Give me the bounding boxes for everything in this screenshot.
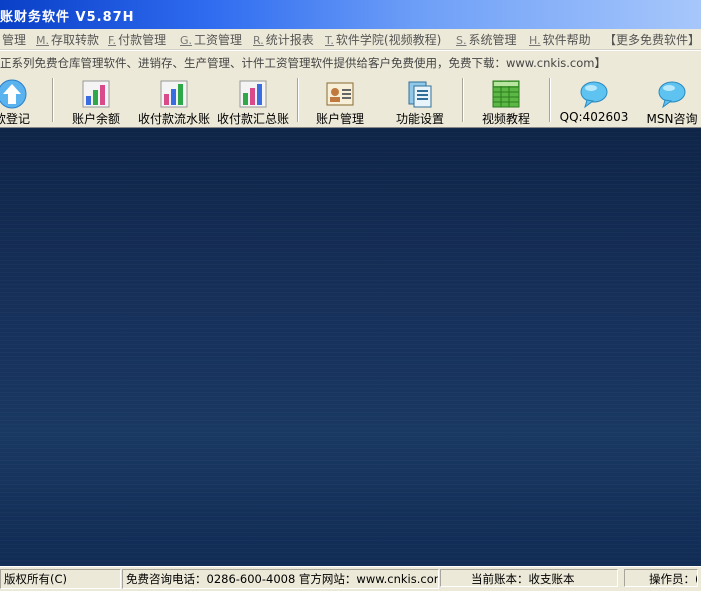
toolbar-separator — [462, 78, 464, 122]
toolbar-separator — [549, 78, 551, 122]
status-copyright: 版权所有(C) — [0, 569, 121, 589]
toolbar-button-video-tutorial[interactable]: 视频教程 — [472, 75, 540, 127]
toolbar-separator — [297, 78, 299, 122]
menu-item-reports[interactable]: R. 统计报表 — [253, 31, 314, 48]
menu-item-help[interactable]: H. 软件帮助 — [529, 31, 591, 48]
toolbar-button-account-management[interactable]: 账户管理 — [306, 75, 374, 127]
toolbar-button-account-balance[interactable]: 账户余额 — [62, 75, 130, 127]
toolbar-button-msn[interactable]: MSN咨询 — [638, 75, 701, 127]
menu-item-software-academy[interactable]: T. 软件学院(视频教程) — [325, 31, 441, 48]
chat-bubble-icon — [580, 81, 608, 109]
toolbar-button-settings[interactable]: 功能设置 — [386, 75, 454, 127]
bar-chart-icon — [160, 80, 188, 108]
menu-item-salary[interactable]: G. 工资管理 — [180, 31, 242, 48]
menu-item-deposit-transfer[interactable]: M. 存取转款 — [36, 31, 99, 48]
bar-chart-icon — [239, 80, 267, 108]
promo-text: 正系列免费仓库管理软件、进销存、生产管理、计件工资管理软件提供给客户免费使用，免… — [0, 56, 606, 70]
promo-banner: 正系列免费仓库管理软件、进销存、生产管理、计件工资管理软件提供给客户免费使用，免… — [0, 50, 701, 76]
toolbar-button-cash-journal[interactable]: 收付款流水账 — [136, 75, 212, 127]
spreadsheet-icon — [492, 80, 520, 108]
title-bar: 账财务软件 V5.87H — [0, 0, 701, 29]
menu-item-manage[interactable]: 管理 — [0, 31, 26, 48]
menu-item-payment[interactable]: F. 付款管理 — [108, 31, 166, 48]
chat-bubble-icon — [658, 81, 686, 109]
bar-chart-icon — [82, 80, 110, 108]
window-title: 账财务软件 V5.87H — [0, 10, 135, 25]
status-operator: 操作员：( — [624, 569, 698, 587]
documents-icon — [408, 81, 432, 108]
toolbar-button-qq[interactable]: QQ:402603 — [556, 75, 632, 127]
toolbar-button-entry[interactable]: 款登记 — [0, 75, 42, 127]
main-workspace — [0, 128, 701, 566]
toolbar-separator — [52, 78, 54, 122]
menu-item-system[interactable]: S. 系统管理 — [456, 31, 517, 48]
up-arrow-icon — [0, 79, 27, 109]
toolbar-button-cash-summary[interactable]: 收付款汇总账 — [215, 75, 291, 127]
status-current-account: 当前账本：收支账本 — [440, 569, 618, 587]
status-bar: 版权所有(C) 免费咨询电话：0286-600-4008 官方网站：www.cn… — [0, 566, 701, 591]
toolbar: 款登记 账户余额 收付款流水账 收付款汇总账 — [0, 75, 701, 128]
id-card-icon — [326, 82, 354, 106]
menu-bar: 管理 M. 存取转款 F. 付款管理 G. 工资管理 R. 统计报表 T. 软件学院(视频… — [0, 29, 701, 50]
menu-item-more-free-software[interactable]: 【更多免费软件】 — [604, 31, 700, 48]
status-hotline: 免费咨询电话：0286-600-4008 官方网站：www.cnkis.com — [122, 569, 439, 589]
